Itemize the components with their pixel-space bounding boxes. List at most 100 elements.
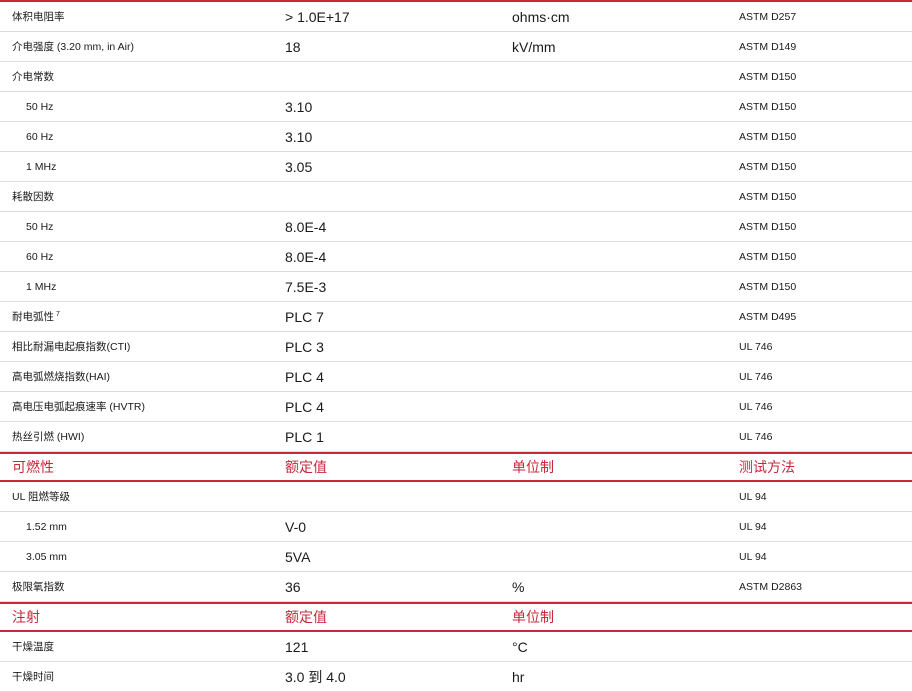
property-cell-text: 耗散因数 [12,191,54,203]
property-cell-text: 体积电阻率 [12,11,65,23]
property-cell-text: 高电弧燃烧指数(HAI) [12,371,110,383]
value-cell-text: 额定值 [285,609,327,625]
test-method-cell-text: ASTM D150 [739,280,797,293]
property-cell-text: 3.05 mm [26,550,67,563]
value-cell-text: PLC 7 [285,308,324,325]
test-method-cell-text: ASTM D150 [739,160,797,173]
test-method-cell: ASTM D150 [739,92,796,121]
property-cell-text: 介电强度 (3.20 mm, in Air) [12,41,134,53]
property-cell-text: UL 阻燃等级 [12,491,70,503]
property-cell: 热丝引燃 (HWI) [12,422,84,451]
test-method-cell: ASTM D150 [739,152,796,181]
test-method-cell-text: ASTM D495 [739,310,797,323]
property-cell: 干燥温度 [12,632,54,661]
value-cell: 18 [285,32,301,61]
property-cell: 60 Hz [26,122,53,151]
property-cell: 介电常数 [12,62,54,91]
value-cell-text: PLC 4 [285,398,324,415]
value-cell-text: 5VA [285,548,311,565]
test-method-cell: UL 746 [739,332,772,361]
value-cell-text: PLC 1 [285,428,324,445]
table-row: 高电压电弧起痕速率 (HVTR) PLC 4 UL 746 [0,392,912,422]
test-method-cell: ASTM D149 [739,32,796,61]
unit-cell-text: ohms·cm [512,8,570,25]
test-method-cell: UL 746 [739,362,772,391]
property-cell-text: 1 MHz [26,160,57,173]
table-row: 60 Hz 8.0E-4 ASTM D150 [0,242,912,272]
table-row: 耗散因数 ASTM D150 [0,182,912,212]
value-cell-text: 36 [285,578,301,595]
value-cell: > 1.0E+17 [285,2,350,31]
test-method-cell-text: UL 94 [739,550,767,563]
property-cell: 极限氧指数 [12,572,65,601]
test-method-cell: ASTM D150 [739,242,796,271]
test-method-cell-text: ASTM D2863 [739,580,803,593]
value-cell: 3.10 [285,122,312,151]
value-cell: PLC 4 [285,362,324,391]
unit-cell: % [512,572,524,601]
property-cell: 体积电阻率 [12,2,65,31]
table-row: UL 阻燃等级 UL 94 [0,482,912,512]
test-method-cell: ASTM D150 [739,212,796,241]
unit-cell-text: 单位制 [512,459,554,475]
value-cell-text: 3.10 [285,128,313,145]
value-cell-text: 3.0 到 4.0 [285,668,346,685]
value-cell-text: PLC 4 [285,368,324,385]
value-cell: 3.10 [285,92,312,121]
unit-cell-text: 单位制 [512,609,554,625]
property-cell: 60 Hz [26,242,53,271]
property-cell: 1 MHz [26,152,56,181]
test-method-cell: ASTM D150 [739,62,796,91]
table-row: 1 MHz 7.5E-3 ASTM D150 [0,272,912,302]
property-cell-text: 高电压电弧起痕速率 (HVTR) [12,401,145,413]
unit-cell: °C [512,632,528,661]
value-cell: V-0 [285,512,306,541]
property-cell: 1.52 mm [26,512,67,541]
value-cell: PLC 1 [285,422,324,451]
section-header-row: 可燃性 额定值 单位制 测试方法 [0,452,912,482]
test-method-cell: ASTM D150 [739,182,796,211]
property-cell: 50 Hz [26,212,53,241]
value-cell-text: 3.05 [285,158,313,175]
property-cell-text: 介电常数 [12,71,54,83]
test-method-cell-text: UL 94 [739,490,767,503]
value-cell-text: V-0 [285,518,307,535]
value-cell-text: 额定值 [285,459,327,475]
test-method-cell: UL 746 [739,392,772,421]
table-row: 高电弧燃烧指数(HAI) PLC 4 UL 746 [0,362,912,392]
value-cell: 3.05 [285,152,312,181]
test-method-cell: ASTM D257 [739,2,796,31]
test-method-cell: ASTM D2863 [739,572,802,601]
value-cell: PLC 3 [285,332,324,361]
property-cell-text: 热丝引燃 (HWI) [12,431,85,443]
table-row: 3.05 mm 5VA UL 94 [0,542,912,572]
unit-cell-text: kV/mm [512,38,556,55]
property-cell-text: 注射 [12,609,40,625]
value-cell: 121 [285,632,308,661]
value-cell: 36 [285,572,301,601]
footnote-marker: 7 [56,311,60,318]
value-cell-text: 3.10 [285,98,313,115]
test-method-cell-text: 测试方法 [739,459,795,475]
value-cell-text: > 1.0E+17 [285,8,350,25]
test-method-cell-text: UL 746 [739,340,773,353]
value-cell-text: 7.5E-3 [285,278,327,295]
property-cell-text: 干燥时间 [12,671,54,683]
property-cell: 50 Hz [26,92,53,121]
property-cell-text: 干燥温度 [12,641,54,653]
value-cell: 5VA [285,542,310,571]
property-cell-text: 耐电弧性 [12,311,54,323]
table-row: 50 Hz 3.10 ASTM D150 [0,92,912,122]
test-method-cell: UL 746 [739,422,772,451]
value-cell: 8.0E-4 [285,212,326,241]
value-cell-text: 8.0E-4 [285,248,327,265]
unit-cell-text: % [512,578,525,595]
property-cell-text: 1.52 mm [26,520,67,533]
table-row: 介电常数 ASTM D150 [0,62,912,92]
table-row: 极限氧指数 36% ASTM D2863 [0,572,912,602]
unit-cell-text: hr [512,668,525,685]
property-cell: 相比耐漏电起痕指数(CTI) [12,332,130,361]
value-cell: 8.0E-4 [285,242,326,271]
section-header-property-cell: 注射 [12,604,40,630]
property-cell: 介电强度 (3.20 mm, in Air) [12,32,134,61]
